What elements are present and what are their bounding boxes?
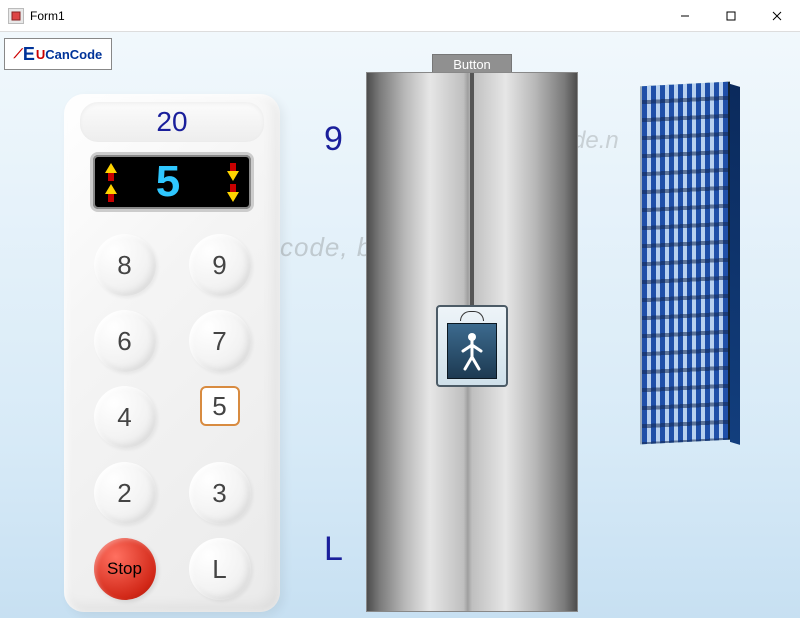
- floor-button-2[interactable]: 2: [94, 462, 156, 524]
- logo-red-mark: ⟋: [14, 46, 23, 62]
- elevator-panel: 20 5 8 9 6 7 4 5 2 3 Stop L: [64, 94, 280, 612]
- arrow-up-icon: [105, 184, 117, 194]
- app-icon: [8, 8, 24, 24]
- client-area: ⟋EUCanCode code, by v de.n 20 5 8 9 6 7 …: [0, 32, 800, 618]
- maximize-button[interactable]: [708, 0, 754, 32]
- window-title: Form1: [30, 9, 65, 23]
- floor-button-3[interactable]: 3: [189, 462, 251, 524]
- car-door: [447, 323, 497, 379]
- car-gauge-icon: [460, 311, 484, 321]
- shaft-top-button[interactable]: Button: [432, 54, 512, 74]
- logo-e: E: [23, 44, 35, 65]
- logo-text: CanCode: [45, 47, 102, 62]
- floor-button-6[interactable]: 6: [94, 310, 156, 372]
- panel-top-display: 20: [80, 102, 264, 142]
- elevator-shaft: [366, 72, 578, 612]
- floor-button-9[interactable]: 9: [189, 234, 251, 296]
- arrow-down-icon: [227, 192, 239, 202]
- floor-button-7[interactable]: 7: [189, 310, 251, 372]
- person-icon: [459, 331, 485, 371]
- floor-button-4[interactable]: 4: [94, 386, 156, 448]
- arrow-up-icon: [105, 163, 117, 173]
- logo-u: U: [36, 47, 45, 62]
- led-display: 5: [90, 152, 254, 212]
- led-floor-number: 5: [156, 157, 188, 207]
- floor-button-lobby[interactable]: L: [189, 538, 251, 600]
- watermark-text-2: de.n: [572, 127, 619, 155]
- floor-label-top: 9: [324, 120, 343, 159]
- floor-label-bottom: L: [324, 530, 343, 569]
- title-bar: Form1: [0, 0, 800, 32]
- building-illustration: [640, 82, 730, 445]
- close-button[interactable]: [754, 0, 800, 32]
- floor-button-8[interactable]: 8: [94, 234, 156, 296]
- logo-box: ⟋EUCanCode: [4, 38, 112, 70]
- elevator-car: [436, 305, 508, 387]
- led-arrows-right: [223, 161, 243, 203]
- elevator-cable: [470, 73, 474, 305]
- floor-button-grid: 8 9 6 7 4 5 2 3 Stop L: [86, 234, 258, 608]
- minimize-button[interactable]: [662, 0, 708, 32]
- led-arrows-left: [101, 161, 121, 203]
- stop-button[interactable]: Stop: [94, 538, 156, 600]
- arrow-down-icon: [227, 171, 239, 181]
- panel-top-value: 20: [156, 106, 187, 138]
- floor-button-5[interactable]: 5: [200, 386, 240, 426]
